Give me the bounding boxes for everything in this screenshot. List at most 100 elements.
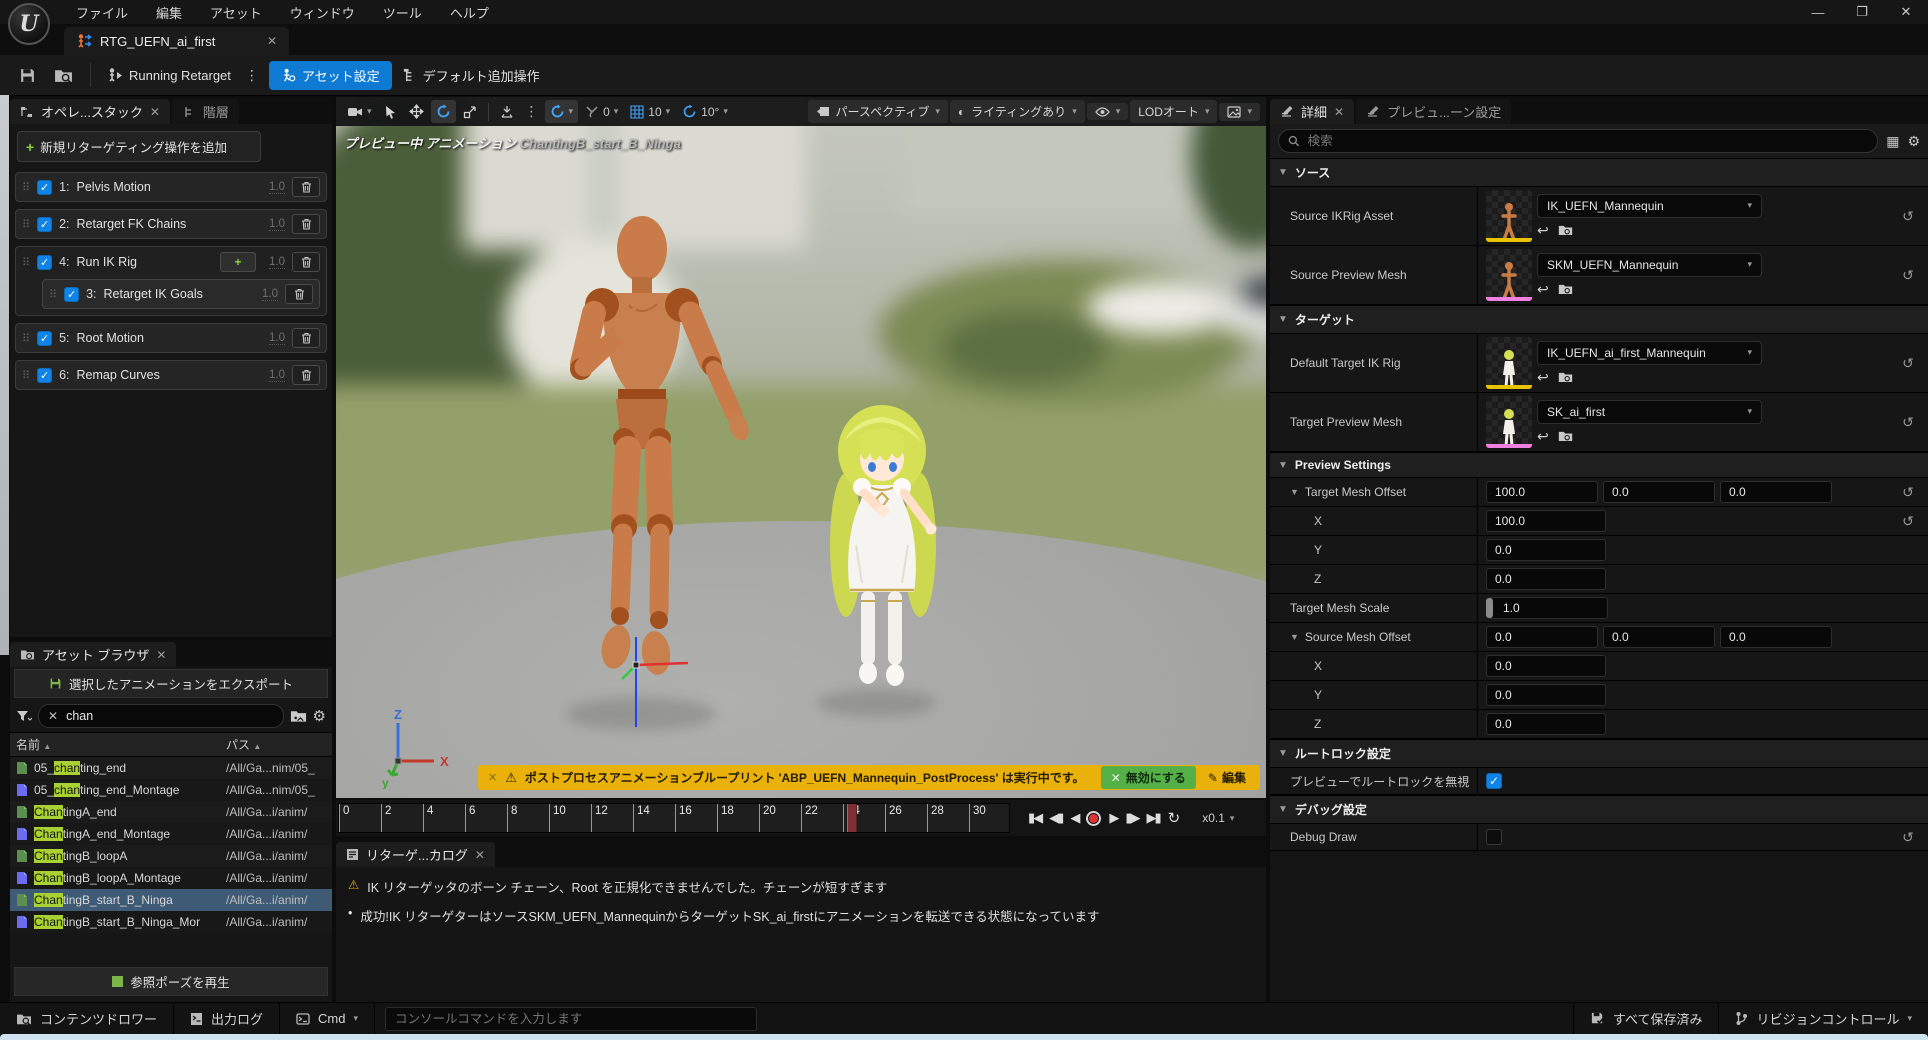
scale-tool-button[interactable] [458, 100, 482, 123]
actor-snap-button[interactable]: 0▾ [580, 100, 623, 123]
asset-search-box[interactable]: ✕ [38, 704, 284, 728]
revision-control-dropdown[interactable]: リビジョンコントロール ▾ [1718, 1003, 1928, 1034]
loop-button[interactable]: ↻ [1168, 809, 1181, 827]
retarget-options-dots-icon[interactable]: ⋮ [241, 67, 263, 84]
folder-picture-icon[interactable] [290, 709, 307, 723]
filter-funnel-icon[interactable] [16, 710, 32, 722]
reset-to-default-button[interactable]: ↺ [1888, 208, 1928, 225]
browse-to-asset-icon[interactable] [1558, 283, 1573, 295]
section-source[interactable]: ▼ソース [1270, 158, 1928, 187]
source-ikrig-thumbnail[interactable] [1486, 190, 1532, 242]
target-offset-x-input[interactable] [1486, 481, 1598, 503]
target-offset-z-input[interactable] [1720, 481, 1832, 503]
op-item-retarget-fk-chains[interactable]: ⠿ ✓ 2: Retarget FK Chains 1.0 [15, 209, 327, 239]
playback-speed-dropdown[interactable]: x0.1▾ [1202, 811, 1234, 825]
play-reverse-button[interactable]: ◀ [1070, 810, 1078, 826]
reset-to-default-button[interactable]: ↺ [1888, 484, 1928, 501]
target-ikrig-thumbnail[interactable] [1486, 337, 1532, 389]
show-flags-dropdown[interactable]: ▾ [1087, 103, 1129, 120]
grid-snap-button[interactable]: 10▾ [625, 100, 675, 123]
op-enabled-checkbox[interactable]: ✓ [64, 287, 79, 302]
use-selected-icon[interactable]: ↩ [1537, 222, 1549, 239]
source-offset-y-input[interactable] [1603, 626, 1715, 648]
screenshot-dropdown[interactable]: ▾ [1219, 103, 1260, 121]
save-button[interactable] [12, 61, 42, 89]
op-enabled-checkbox[interactable]: ✓ [37, 331, 52, 346]
transform-gizmo[interactable] [606, 597, 726, 737]
perspective-dropdown[interactable]: パースペクティブ▾ [808, 100, 948, 123]
source-mesh-dropdown[interactable]: SKM_UEFN_Mannequin▾ [1537, 253, 1762, 277]
rotation-snap-button[interactable]: 10°▾ [677, 100, 733, 123]
browse-to-asset-icon[interactable] [1558, 224, 1573, 236]
menu-window[interactable]: ウィンドウ [278, 0, 367, 25]
asset-row[interactable]: ChantingB_start_B_Ninga_Mor /All/Ga...i/… [10, 911, 332, 933]
step-back-button[interactable]: ◀▮ [1049, 810, 1062, 826]
op-item-root-motion[interactable]: ⠿ ✓ 5: Root Motion 1.0 [15, 323, 327, 353]
tab-details-close-icon[interactable]: ✕ [1334, 105, 1344, 119]
clear-search-icon[interactable]: ✕ [48, 709, 58, 723]
delete-op-button[interactable] [292, 365, 320, 385]
timeline-playhead[interactable] [847, 804, 857, 832]
menu-asset[interactable]: アセット [198, 0, 274, 25]
tab-asset-browser[interactable]: アセット ブラウザ ✕ [10, 642, 176, 667]
tab-op-stack-close-icon[interactable]: ✕ [150, 105, 160, 119]
tab-preview-scene-settings[interactable]: プレビュ...ーン設定 [1356, 99, 1511, 124]
reset-to-default-button[interactable]: ↺ [1888, 829, 1928, 846]
tab-close-icon[interactable]: ✕ [267, 34, 277, 48]
op-weight-field[interactable]: 1.0 [269, 256, 285, 269]
lit-mode-dropdown[interactable]: ◐ ライティングあり▾ [950, 100, 1085, 123]
reset-to-default-button[interactable]: ↺ [1888, 414, 1928, 431]
target-girl-character[interactable] [804, 395, 964, 695]
asset-settings-button[interactable]: アセット設定 [269, 61, 392, 90]
asset-row-selected[interactable]: ChantingB_start_B_Ninga /All/Ga...i/anim… [10, 889, 332, 911]
op-enabled-checkbox[interactable]: ✓ [37, 217, 52, 232]
drag-handle-icon[interactable]: ⠿ [22, 218, 30, 231]
op-item-retarget-ik-goals[interactable]: ⠿ ✓ 3: Retarget IK Goals 1.0 [42, 279, 320, 309]
surface-snap-button[interactable] [495, 100, 519, 123]
drag-handle-icon[interactable]: ⠿ [49, 288, 57, 301]
delete-op-button[interactable] [292, 328, 320, 348]
asset-row[interactable]: ChantingB_loopA_Montage /All/Ga...i/anim… [10, 867, 332, 889]
go-to-end-button[interactable]: ▶▮ [1146, 810, 1159, 826]
op-weight-field[interactable]: 1.0 [262, 288, 278, 301]
source-mesh-thumbnail[interactable] [1486, 249, 1532, 301]
use-selected-icon[interactable]: ↩ [1537, 428, 1549, 445]
select-tool-button[interactable] [379, 100, 402, 123]
x-value-input[interactable] [1486, 510, 1606, 532]
target-mesh-thumbnail[interactable] [1486, 396, 1532, 448]
column-name[interactable]: 名前 ▲ [16, 736, 226, 753]
z-value-input[interactable] [1486, 713, 1606, 735]
op-item-remap-curves[interactable]: ⠿ ✓ 6: Remap Curves 1.0 [15, 360, 327, 390]
menu-help[interactable]: ヘルプ [438, 0, 501, 25]
play-reference-pose-button[interactable]: 参照ポーズを再生 [14, 967, 328, 996]
go-to-start-button[interactable]: ▮◀ [1028, 810, 1041, 826]
y-value-input[interactable] [1486, 539, 1606, 561]
edit-postprocess-button[interactable]: ✎ 編集 [1204, 769, 1250, 786]
close-button[interactable]: ✕ [1884, 0, 1928, 24]
asset-row[interactable]: ChantingB_loopA /All/Ga...i/anim/ [10, 845, 332, 867]
op-weight-field[interactable]: 1.0 [269, 218, 285, 231]
drag-handle-icon[interactable]: ⠿ [22, 256, 30, 269]
tab-retarget-log[interactable]: リターゲ...カログ ✕ [336, 842, 495, 867]
minimize-button[interactable]: — [1796, 0, 1840, 24]
op-enabled-checkbox[interactable]: ✓ [37, 368, 52, 383]
tab-rtg-uefn-ai-first[interactable]: RTG_UEFN_ai_first ✕ [64, 27, 289, 55]
tab-retarget-log-close-icon[interactable]: ✕ [475, 848, 485, 862]
reset-to-default-button[interactable]: ↺ [1888, 355, 1928, 372]
target-scale-input[interactable] [1488, 597, 1608, 619]
reset-to-default-button[interactable]: ↺ [1888, 267, 1928, 284]
target-ikrig-dropdown[interactable]: IK_UEFN_ai_first_Mannequin▾ [1537, 341, 1762, 365]
z-value-input[interactable] [1486, 568, 1606, 590]
delete-op-button[interactable] [292, 177, 320, 197]
save-status-button[interactable]: すべて保存済み [1573, 1003, 1719, 1034]
section-debug[interactable]: ▼デバッグ設定 [1270, 795, 1928, 824]
op-item-run-ik-rig[interactable]: ⠿ ✓ 4: Run IK Rig + 1.0 [16, 247, 326, 277]
tab-details[interactable]: 詳細 ✕ [1270, 99, 1354, 124]
cmd-dropdown[interactable]: Cmd ▾ [280, 1003, 375, 1034]
source-offset-z-input[interactable] [1720, 626, 1832, 648]
column-path[interactable]: パス ▲ [226, 736, 261, 753]
x-value-input[interactable] [1486, 655, 1606, 677]
output-log-button[interactable]: 出力ログ [174, 1003, 280, 1034]
op-enabled-checkbox[interactable]: ✓ [37, 180, 52, 195]
op-enabled-checkbox[interactable]: ✓ [37, 255, 52, 270]
